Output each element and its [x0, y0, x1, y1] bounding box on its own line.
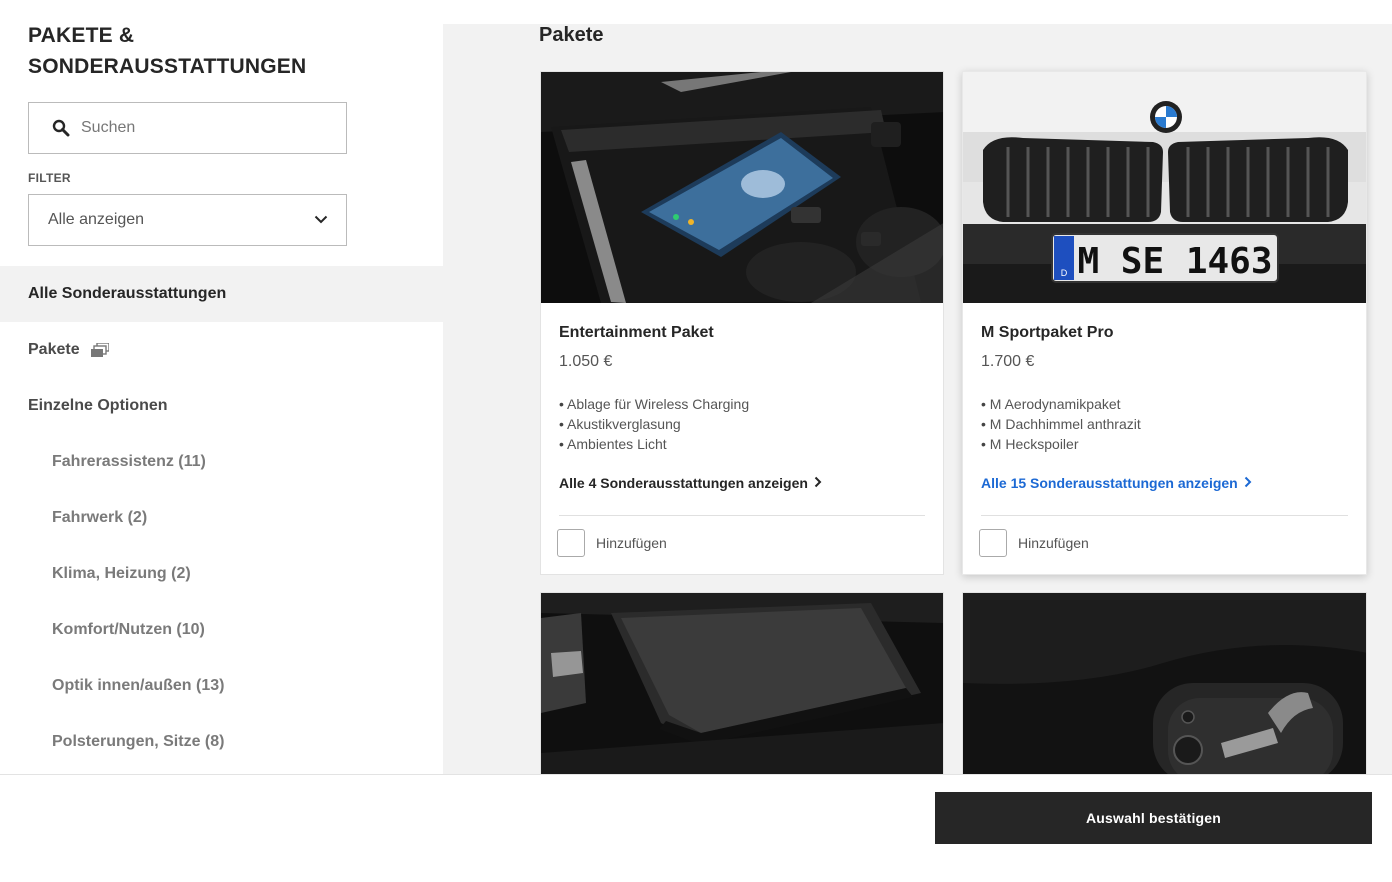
- sidebar-subitem-klima-heizung[interactable]: Klima, Heizung (2): [0, 546, 443, 602]
- chevron-right-icon: [1244, 475, 1252, 491]
- list-item: Akustikverglasung: [559, 414, 749, 434]
- license-plate-text: M SE 1463: [1077, 241, 1272, 282]
- filter-selected-value: Alle anzeigen: [48, 211, 145, 228]
- list-item: M Dachhimmel anthrazit: [981, 414, 1141, 434]
- add-package-checkbox[interactable]: Hinzufügen: [557, 529, 667, 557]
- package-feature-list: M Aerodynamikpaket M Dachhimmel anthrazi…: [981, 394, 1141, 454]
- package-card-panoramadach[interactable]: [540, 592, 944, 774]
- sidebar-item-einzelne-optionen[interactable]: Einzelne Optionen: [0, 378, 443, 434]
- stacked-cards-icon: [90, 342, 110, 357]
- sidebar: PAKETE & SONDERAUSSTATTUNGEN FILTER Alle…: [0, 0, 443, 774]
- sidebar-item-label: Pakete: [28, 341, 80, 358]
- package-card-m-sportpaket-pro[interactable]: D M SE 1463 M Sportpaket Pro 1.700 € M A…: [962, 71, 1367, 575]
- sidebar-subitem-komfort-nutzen[interactable]: Komfort/Nutzen (10): [0, 602, 443, 658]
- show-all-options-link[interactable]: Alle 4 Sonderausstattungen anzeigen: [559, 475, 822, 491]
- license-plate-country: D: [1061, 268, 1068, 278]
- chevron-down-icon: [314, 211, 328, 229]
- package-price: 1.700 €: [981, 353, 1035, 370]
- sidebar-item-pakete[interactable]: Pakete: [0, 322, 443, 378]
- sidebar-subitem-fahrwerk[interactable]: Fahrwerk (2): [0, 490, 443, 546]
- package-image-sunroof: [541, 593, 943, 774]
- add-package-checkbox[interactable]: Hinzufügen: [979, 529, 1089, 557]
- page-title-line-1: PAKETE &: [28, 24, 135, 47]
- link-label: Alle 15 Sonderausstattungen anzeigen: [981, 475, 1238, 491]
- list-item: Ambientes Licht: [559, 434, 749, 454]
- sidebar-item-label: Klima, Heizung (2): [52, 565, 191, 582]
- checkbox-label: Hinzufügen: [1018, 535, 1089, 551]
- package-image-wireless-charging: [541, 72, 943, 303]
- page-title-line-2: SONDERAUSSTATTUNGEN: [28, 55, 307, 78]
- divider: [559, 515, 925, 516]
- package-feature-list: Ablage für Wireless Charging Akustikverg…: [559, 394, 749, 454]
- chevron-right-icon: [814, 475, 822, 491]
- sidebar-item-label: Einzelne Optionen: [28, 397, 168, 414]
- filter-label: FILTER: [28, 171, 71, 185]
- filter-select[interactable]: Alle anzeigen: [28, 194, 347, 246]
- checkbox[interactable]: [557, 529, 585, 557]
- search-box[interactable]: [28, 102, 347, 154]
- confirm-selection-button[interactable]: Auswahl bestätigen: [935, 792, 1372, 844]
- checkbox-label: Hinzufügen: [596, 535, 667, 551]
- sidebar-subitem-optik[interactable]: Optik innen/außen (13): [0, 658, 443, 714]
- package-title: Entertainment Paket: [559, 324, 714, 341]
- sidebar-subitem-polsterungen[interactable]: Polsterungen, Sitze (8): [0, 714, 443, 770]
- list-item: Ablage für Wireless Charging: [559, 394, 749, 414]
- search-icon: [52, 119, 70, 137]
- package-price: 1.050 €: [559, 353, 613, 370]
- sidebar-item-label: Fahrerassistenz (11): [52, 453, 206, 470]
- package-card-entertainment[interactable]: Entertainment Paket 1.050 € Ablage für W…: [540, 71, 944, 575]
- footer-bar: Auswahl bestätigen: [0, 774, 1392, 882]
- package-image-seat-controls: [963, 593, 1366, 774]
- main-content[interactable]: Pakete Entertainment Paket 1.050 € • Abl…: [443, 24, 1392, 774]
- checkbox[interactable]: [979, 529, 1007, 557]
- list-item: M Aerodynamikpaket: [981, 394, 1141, 414]
- sidebar-item-label: Polsterungen, Sitze (8): [52, 733, 225, 750]
- package-image-bmw-front: D M SE 1463: [963, 72, 1366, 303]
- package-title: M Sportpaket Pro: [981, 324, 1114, 341]
- sidebar-item-label: Optik innen/außen (13): [52, 677, 225, 694]
- search-input[interactable]: [81, 119, 311, 137]
- link-label: Alle 4 Sonderausstattungen anzeigen: [559, 475, 808, 491]
- sidebar-subitem-fahrerassistenz[interactable]: Fahrerassistenz (11): [0, 434, 443, 490]
- show-all-options-link[interactable]: Alle 15 Sonderausstattungen anzeigen: [981, 475, 1252, 491]
- sidebar-item-label: Komfort/Nutzen (10): [52, 621, 205, 638]
- sidebar-item-alle[interactable]: Alle Sonderausstattungen: [0, 266, 443, 322]
- page-title: PAKETE & SONDERAUSSTATTUNGEN: [28, 20, 306, 82]
- sidebar-item-label: Fahrwerk (2): [52, 509, 148, 526]
- section-title: Pakete: [539, 24, 604, 46]
- package-card-sitz[interactable]: [962, 592, 1367, 774]
- list-item: M Heckspoiler: [981, 434, 1141, 454]
- divider: [981, 515, 1348, 516]
- sidebar-item-label: Alle Sonderausstattungen: [28, 285, 227, 302]
